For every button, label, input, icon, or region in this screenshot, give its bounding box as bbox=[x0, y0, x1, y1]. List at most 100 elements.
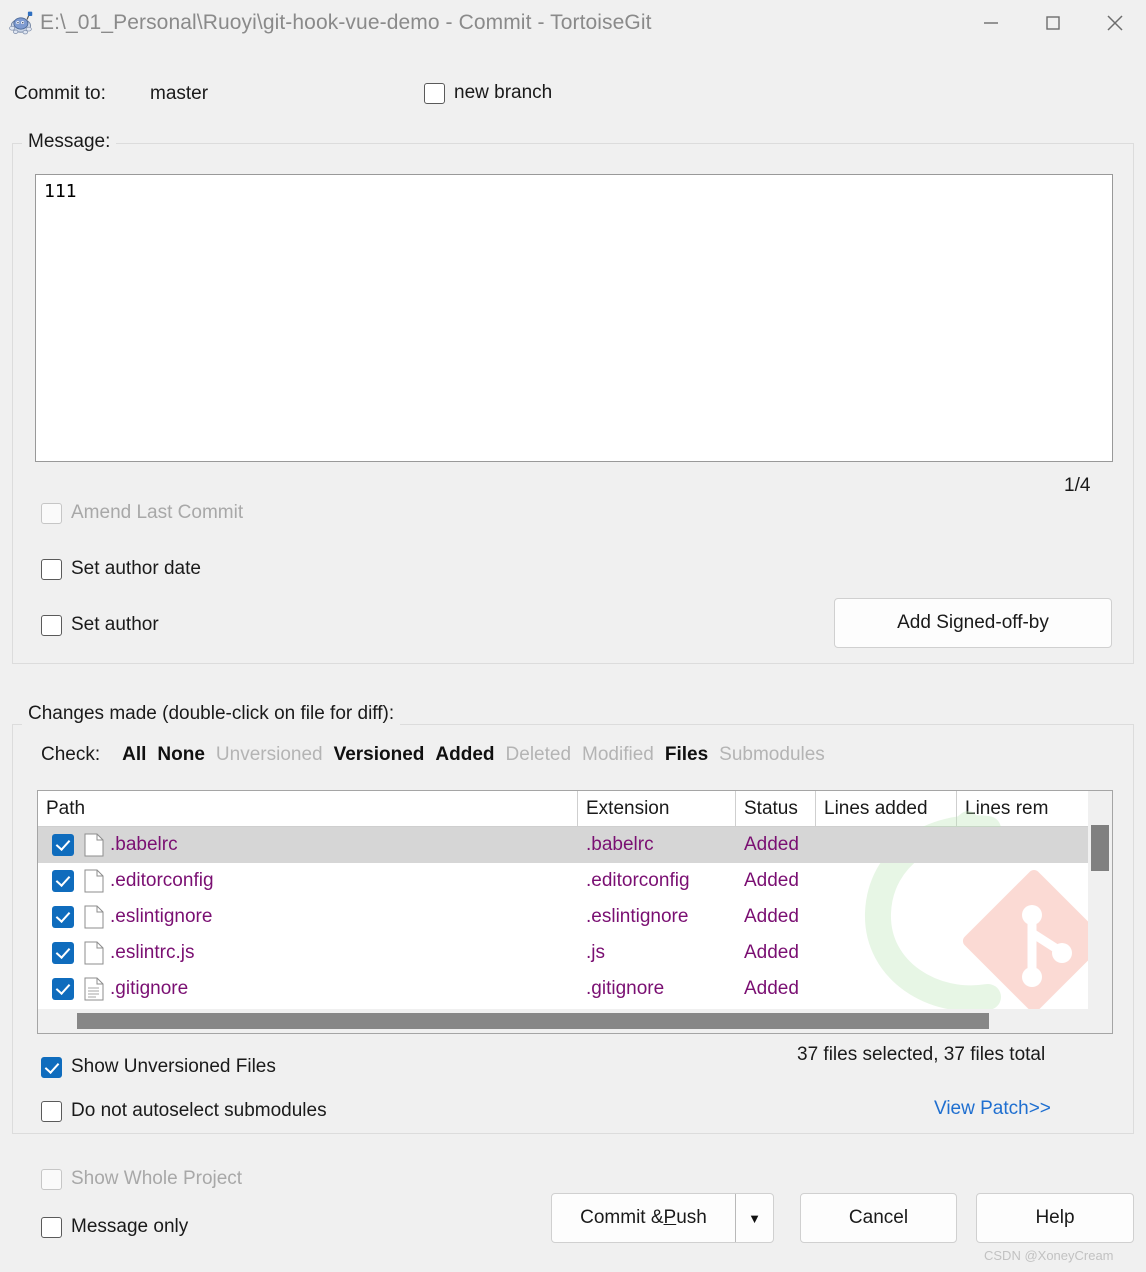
file-icon bbox=[84, 905, 104, 929]
cancel-button[interactable]: Cancel bbox=[800, 1193, 957, 1243]
file-icon bbox=[84, 833, 104, 857]
commit-and-push-split-button[interactable]: Commit & Push ▼ bbox=[551, 1193, 774, 1243]
file-list-horizontal-scrollbar[interactable] bbox=[38, 1009, 1088, 1033]
amend-last-commit-row: Amend Last Commit bbox=[41, 502, 243, 524]
check-link-none[interactable]: None bbox=[157, 744, 205, 766]
table-row[interactable]: .eslintignore .eslintignore Added bbox=[38, 899, 1112, 935]
table-row[interactable]: .babelrc .babelrc Added bbox=[38, 827, 1112, 863]
window-title: E:\_01_Personal\Ruoyi\git-hook-vue-demo … bbox=[40, 11, 652, 34]
row-lines-added bbox=[816, 863, 957, 899]
row-status: Added bbox=[744, 870, 799, 891]
check-link-deleted: Deleted bbox=[505, 744, 572, 765]
row-extension: .gitignore bbox=[586, 978, 665, 999]
row-path: .babelrc bbox=[110, 834, 178, 855]
message-group-title: Message: bbox=[22, 131, 117, 153]
row-extension: .babelrc bbox=[586, 834, 654, 855]
check-link-submodules: Submodules bbox=[719, 744, 825, 765]
row-checkbox[interactable] bbox=[52, 870, 74, 892]
commit-push-label-post: ush bbox=[676, 1207, 707, 1228]
column-header-status[interactable]: Status bbox=[736, 791, 816, 826]
no-autoselect-submodules-row[interactable]: Do not autoselect submodules bbox=[41, 1100, 327, 1122]
row-checkbox[interactable] bbox=[52, 906, 74, 928]
check-link-modified: Modified bbox=[582, 744, 654, 765]
table-row[interactable]: .gitignore .gitignore Added bbox=[38, 971, 1112, 1007]
row-status: Added bbox=[744, 834, 799, 855]
row-status: Added bbox=[744, 906, 799, 927]
column-header-extension[interactable]: Extension bbox=[578, 791, 736, 826]
chevron-down-icon[interactable]: ▼ bbox=[735, 1194, 773, 1242]
message-only-row[interactable]: Message only bbox=[41, 1216, 188, 1238]
commit-to-branch: master bbox=[150, 83, 209, 104]
check-link-files[interactable]: Files bbox=[665, 744, 708, 766]
show-unversioned-files-row[interactable]: Show Unversioned Files bbox=[41, 1056, 276, 1078]
column-header-lines-removed[interactable]: Lines rem bbox=[957, 791, 1097, 826]
set-author-checkbox[interactable] bbox=[41, 614, 62, 636]
message-only-label: Message only bbox=[71, 1216, 189, 1237]
commit-and-push-button[interactable]: Commit & Push bbox=[552, 1194, 735, 1242]
amend-last-commit-checkbox bbox=[41, 502, 62, 524]
window-controls bbox=[960, 0, 1146, 46]
row-lines-removed bbox=[957, 827, 1097, 863]
file-list[interactable]: Path Extension Status Lines added Lines … bbox=[37, 790, 1113, 1034]
column-header-lines-added[interactable]: Lines added bbox=[816, 791, 957, 826]
no-autoselect-submodules-checkbox[interactable] bbox=[41, 1100, 62, 1122]
new-branch-checkbox[interactable] bbox=[424, 82, 445, 104]
view-patch-link[interactable]: View Patch>> bbox=[934, 1098, 1051, 1120]
check-links-row: Check: All None Unversioned Versioned Ad… bbox=[41, 744, 836, 766]
file-list-vertical-scrollbar[interactable] bbox=[1088, 791, 1112, 1033]
row-path: .editorconfig bbox=[110, 870, 214, 891]
table-row[interactable]: .editorconfig .editorconfig Added bbox=[38, 863, 1112, 899]
show-unversioned-files-checkbox[interactable] bbox=[41, 1056, 62, 1078]
message-only-checkbox[interactable] bbox=[41, 1216, 62, 1238]
row-lines-removed bbox=[957, 863, 1097, 899]
show-whole-project-label: Show Whole Project bbox=[71, 1168, 243, 1189]
table-row[interactable]: .eslintrc.js .js Added bbox=[38, 935, 1112, 971]
check-link-unversioned: Unversioned bbox=[215, 744, 323, 765]
new-branch-label: new branch bbox=[454, 82, 553, 103]
check-link-versioned[interactable]: Versioned bbox=[334, 744, 425, 766]
tortoisegit-turtle-icon bbox=[9, 11, 33, 35]
row-path: .eslintignore bbox=[110, 906, 213, 927]
set-author-date-label: Set author date bbox=[71, 558, 201, 579]
minimize-button[interactable] bbox=[960, 0, 1022, 46]
column-header-path[interactable]: Path bbox=[38, 791, 578, 826]
show-unversioned-files-label: Show Unversioned Files bbox=[71, 1056, 276, 1077]
commit-message-input[interactable]: 111 bbox=[35, 174, 1113, 462]
add-signed-off-by-button[interactable]: Add Signed-off-by bbox=[834, 598, 1112, 648]
check-link-all[interactable]: All bbox=[122, 744, 146, 766]
row-checkbox[interactable] bbox=[52, 942, 74, 964]
commit-to-label: Commit to: bbox=[14, 83, 106, 104]
row-lines-added bbox=[816, 899, 957, 935]
new-branch-checkbox-row[interactable]: new branch bbox=[424, 82, 552, 104]
row-checkbox[interactable] bbox=[52, 834, 74, 856]
row-lines-added bbox=[816, 827, 957, 863]
commit-push-accelerator: P bbox=[663, 1207, 677, 1228]
row-path: .gitignore bbox=[110, 978, 189, 999]
row-lines-removed bbox=[957, 935, 1097, 971]
check-link-added[interactable]: Added bbox=[435, 744, 494, 766]
csdn-watermark: CSDN @XoneyCream bbox=[984, 1248, 1114, 1263]
set-author-row[interactable]: Set author bbox=[41, 614, 159, 636]
horizontal-scroll-thumb[interactable] bbox=[77, 1013, 989, 1029]
row-checkbox[interactable] bbox=[52, 978, 74, 1000]
set-author-date-checkbox[interactable] bbox=[41, 558, 62, 580]
show-whole-project-checkbox bbox=[41, 1168, 62, 1190]
show-whole-project-row: Show Whole Project bbox=[41, 1168, 242, 1190]
text-file-icon bbox=[84, 977, 104, 1001]
no-autoselect-submodules-label: Do not autoselect submodules bbox=[71, 1100, 327, 1121]
message-counter: 1/4 bbox=[1064, 475, 1091, 496]
vertical-scroll-thumb[interactable] bbox=[1091, 825, 1109, 871]
close-button[interactable] bbox=[1084, 0, 1146, 46]
help-button[interactable]: Help bbox=[976, 1193, 1134, 1243]
row-lines-added bbox=[816, 971, 957, 1007]
row-lines-added bbox=[816, 935, 957, 971]
row-status: Added bbox=[744, 978, 799, 999]
maximize-button[interactable] bbox=[1022, 0, 1084, 46]
set-author-date-row[interactable]: Set author date bbox=[41, 558, 201, 580]
commit-push-label-pre: Commit & bbox=[580, 1207, 664, 1228]
check-label: Check: bbox=[41, 744, 101, 765]
file-icon bbox=[84, 869, 104, 893]
title-bar: E:\_01_Personal\Ruoyi\git-hook-vue-demo … bbox=[0, 0, 1146, 46]
commit-message-text: 111 bbox=[44, 181, 77, 202]
tortoisegit-commit-window: E:\_01_Personal\Ruoyi\git-hook-vue-demo … bbox=[0, 0, 1146, 1272]
